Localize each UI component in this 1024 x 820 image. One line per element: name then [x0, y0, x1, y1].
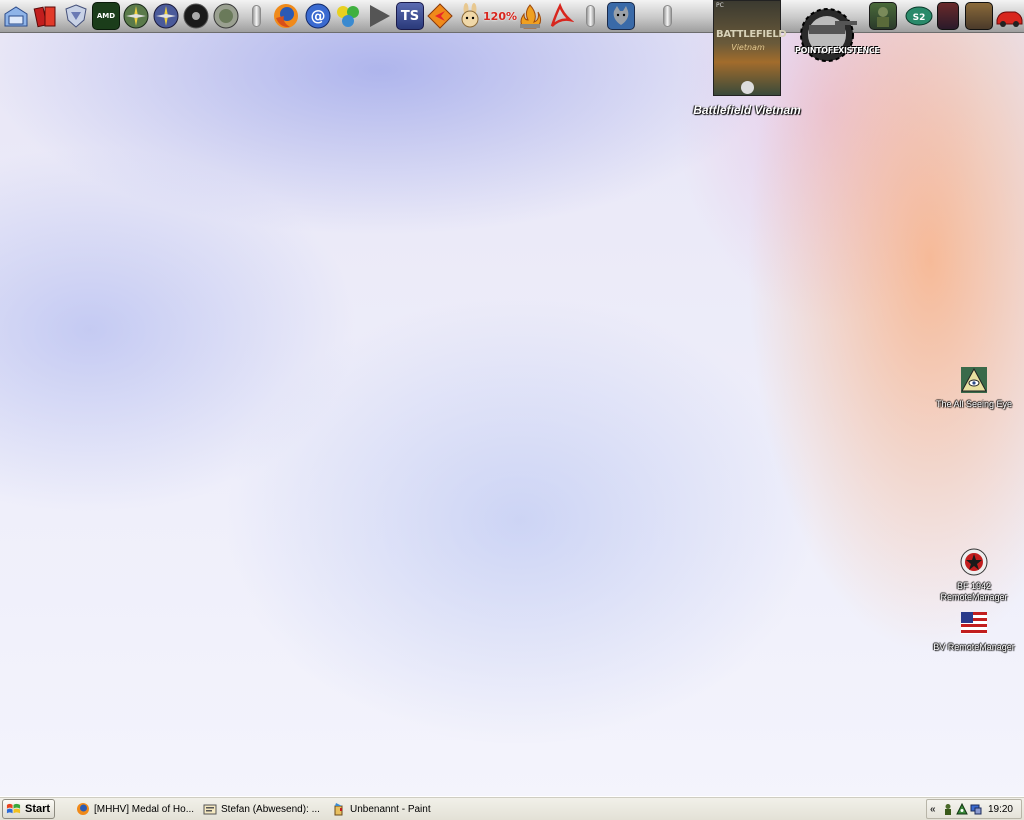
task-button-stefan[interactable]: Stefan (Abwesend): ... [199, 799, 323, 819]
desktop-icon-label: BF 1942 RemoteManager [929, 581, 1019, 603]
system-tray: « 19:20 [926, 799, 1022, 819]
compass-blue-icon[interactable] [152, 2, 180, 30]
cover-pc-label: PC [716, 2, 724, 9]
dock-separator[interactable] [663, 5, 672, 27]
desktop-icon-label: The All Seeing Eye [935, 399, 1013, 409]
battlefield-vietnam-cover-icon[interactable]: PC BATTLEFIELD Vietnam [713, 0, 787, 96]
explorer-icon[interactable] [2, 2, 30, 30]
black-disc-icon[interactable] [182, 2, 210, 30]
bf1942-remotemanager-icon [960, 548, 988, 576]
svg-text:S2: S2 [913, 13, 926, 23]
task-button-paint[interactable]: Unbenannt - Paint [328, 799, 452, 819]
grey-disc-icon[interactable] [212, 2, 240, 30]
game-cover-2-icon[interactable] [965, 2, 993, 30]
rabbit-icon[interactable] [456, 2, 484, 30]
amd-icon[interactable]: AMD [92, 2, 120, 30]
tray-expand-chevron-icon[interactable]: « [930, 804, 940, 815]
soldier-tray-icon[interactable] [942, 803, 954, 815]
start-label: Start [25, 803, 51, 815]
firefox-icon[interactable] [272, 2, 300, 30]
point-of-existence-label: POINTOFEXISTENCE [795, 46, 880, 55]
cover-title: BATTLEFIELD [716, 29, 787, 40]
desktop-icon-all-seeing-eye[interactable]: The All Seeing Eye [929, 366, 1019, 410]
windows-logo-icon [6, 803, 21, 813]
desktop-icon-bf1942-remotemanager[interactable]: BF 1942 RemoteManager [929, 548, 1019, 603]
top-dock-bar: AMD @ TS 120% S2 [0, 0, 1024, 33]
firefox-icon [77, 803, 89, 815]
cover-subtitle: Vietnam [731, 43, 765, 52]
compass-green-icon[interactable] [122, 2, 150, 30]
mail-icon[interactable]: @ [304, 2, 332, 30]
zoom-percent-icon[interactable]: 120% [483, 2, 517, 30]
flame-icon[interactable] [516, 2, 544, 30]
ea-logo-icon [741, 81, 754, 94]
battlefield-vietnam-label: Battlefield Vietnam [693, 103, 801, 117]
orange-diamond-icon[interactable] [426, 2, 454, 30]
sims-icon[interactable]: S2 [905, 2, 933, 30]
pdf-icon[interactable] [546, 2, 574, 30]
task-label: Stefan (Abwesend): ... [221, 803, 320, 815]
colorful-icon[interactable] [334, 2, 362, 30]
all-seeing-eye-icon [961, 367, 987, 393]
label-line-1: BF 1942 [956, 581, 992, 591]
play-arrow-icon[interactable] [365, 2, 393, 30]
teamspeak-icon[interactable]: TS [396, 2, 424, 30]
soldier-icon[interactable] [869, 2, 897, 30]
network-tray-icon[interactable] [956, 803, 968, 815]
paint-icon [334, 803, 343, 816]
chat-window-icon [203, 804, 217, 815]
monitor-tray-icon[interactable] [970, 803, 982, 815]
game-cover-icon[interactable] [937, 2, 959, 30]
cat-icon[interactable] [607, 2, 635, 30]
task-label: [MHHV] Medal of Ho... [94, 803, 195, 815]
us-flag-icon [961, 612, 987, 634]
point-of-existence-logo-icon[interactable] [795, 3, 859, 67]
taskbar: Start [MHHV] Medal of Ho... Stefan (Abwe… [0, 796, 1024, 820]
dock-separator[interactable] [252, 5, 261, 27]
dock-separator[interactable] [586, 5, 595, 27]
start-button[interactable]: Start [2, 799, 55, 819]
desktop-icon-bv-remotemanager[interactable]: BV RemoteManager [929, 609, 1019, 653]
desktop-icon-label: BV RemoteManager [933, 642, 1015, 652]
task-label: Unbenannt - Paint [350, 803, 431, 815]
clock[interactable]: 19:20 [988, 804, 1013, 815]
svg-text:@: @ [311, 7, 326, 25]
label-line-2: RemoteManager [940, 592, 1008, 602]
shield-icon[interactable] [62, 2, 90, 30]
task-button-medal-of-honor[interactable]: [MHHV] Medal of Ho... [72, 799, 196, 819]
red-books-icon[interactable] [32, 2, 60, 30]
red-car-icon[interactable] [995, 2, 1023, 30]
